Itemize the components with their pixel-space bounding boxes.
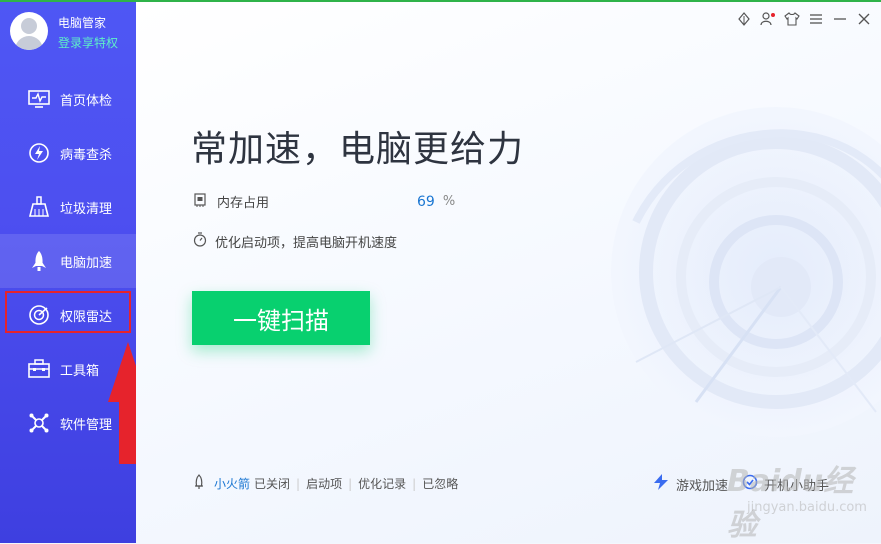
sidebar-item-label: 权限雷达	[60, 309, 113, 325]
close-icon[interactable]	[855, 10, 873, 28]
optimize-hint-row: 优化启动项，提高电脑开机速度	[193, 232, 397, 251]
login-link[interactable]: 登录享特权	[58, 34, 118, 51]
game-boost-icon	[652, 474, 670, 494]
memory-usage-row: 内存占用 69 %	[193, 192, 455, 211]
app-window: 电脑管家 登录享特权 首页体检 病毒查杀 垃圾清理 电脑加速 权限雷达 工具箱 …	[0, 0, 881, 543]
radar-icon	[28, 304, 50, 326]
window-controls	[735, 10, 873, 28]
sidebar-item-home-check[interactable]: 首页体检	[0, 72, 136, 126]
sidebar-item-junk-clean[interactable]: 垃圾清理	[0, 180, 136, 234]
broom-icon	[28, 196, 50, 218]
sidebar-item-virus-scan[interactable]: 病毒查杀	[0, 126, 136, 180]
separator: |	[412, 476, 417, 491]
menu-icon[interactable]	[807, 10, 825, 28]
game-boost-label: 游戏加速	[675, 478, 728, 494]
startup-items-link[interactable]: 启动项	[306, 475, 342, 492]
sidebar-item-label: 软件管理	[60, 417, 113, 433]
skin-shirt-icon[interactable]	[783, 10, 801, 28]
rocket-link[interactable]: 小火箭	[214, 475, 250, 492]
toolbox-icon	[28, 358, 50, 380]
bell-rocket-icon	[192, 474, 206, 493]
memory-chip-icon	[193, 192, 207, 211]
profile[interactable]: 电脑管家 登录享特权	[10, 10, 136, 54]
boot-assistant-icon	[742, 474, 758, 494]
software-icon	[28, 412, 50, 434]
bottom-status-bar: 小火箭 已关闭 | 启动项 | 优化记录 | 已忽略	[192, 474, 458, 493]
sidebar-item-label: 工具箱	[60, 363, 100, 379]
one-click-scan-button[interactable]: 一键扫描	[192, 291, 370, 345]
sidebar-item-speedup[interactable]: 电脑加速	[0, 234, 136, 288]
boot-assistant-label: 开机小助手	[763, 478, 829, 494]
memory-value: 69	[417, 193, 435, 210]
page-title: 常加速，电脑更给力	[191, 129, 525, 170]
app-name: 电脑管家	[58, 16, 107, 30]
sidebar: 电脑管家 登录享特权 首页体检 病毒查杀 垃圾清理 电脑加速 权限雷达 工具箱 …	[0, 2, 148, 543]
main-panel: 常加速，电脑更给力 内存占用 69 % 优化启动项，提高电脑开机速度 一键扫描 …	[136, 2, 881, 543]
separator: |	[296, 476, 301, 491]
user-switch-icon[interactable]	[759, 10, 777, 28]
memory-label: 内存占用	[217, 196, 270, 211]
sidebar-item-label: 电脑加速	[60, 255, 113, 271]
boot-assistant-button[interactable]: 开机小助手	[742, 474, 829, 494]
sidebar-item-label: 病毒查杀	[60, 147, 113, 163]
stopwatch-icon	[193, 232, 207, 251]
bottom-right-tools: 游戏加速 开机小助手	[652, 474, 829, 494]
optimize-hint-text: 优化启动项，提高电脑开机速度	[215, 236, 398, 251]
avatar[interactable]	[10, 12, 48, 50]
game-boost-button[interactable]: 游戏加速	[652, 474, 728, 494]
sidebar-item-label: 垃圾清理	[60, 201, 113, 217]
minimize-icon[interactable]	[831, 10, 849, 28]
ignored-link[interactable]: 已忽略	[422, 475, 458, 492]
memory-unit: %	[442, 194, 456, 209]
separator: |	[348, 476, 353, 491]
leaf-icon[interactable]	[735, 10, 753, 28]
bolt-shield-icon	[28, 142, 50, 164]
rocket-icon	[28, 250, 50, 272]
optimize-history-link[interactable]: 优化记录	[358, 475, 406, 492]
monitor-pulse-icon	[28, 88, 50, 110]
radar-globe-illustration	[611, 107, 881, 437]
rocket-status: 已关闭	[254, 477, 291, 491]
sidebar-item-permission-radar[interactable]: 权限雷达	[0, 288, 136, 342]
sidebar-item-label: 首页体检	[60, 93, 113, 109]
